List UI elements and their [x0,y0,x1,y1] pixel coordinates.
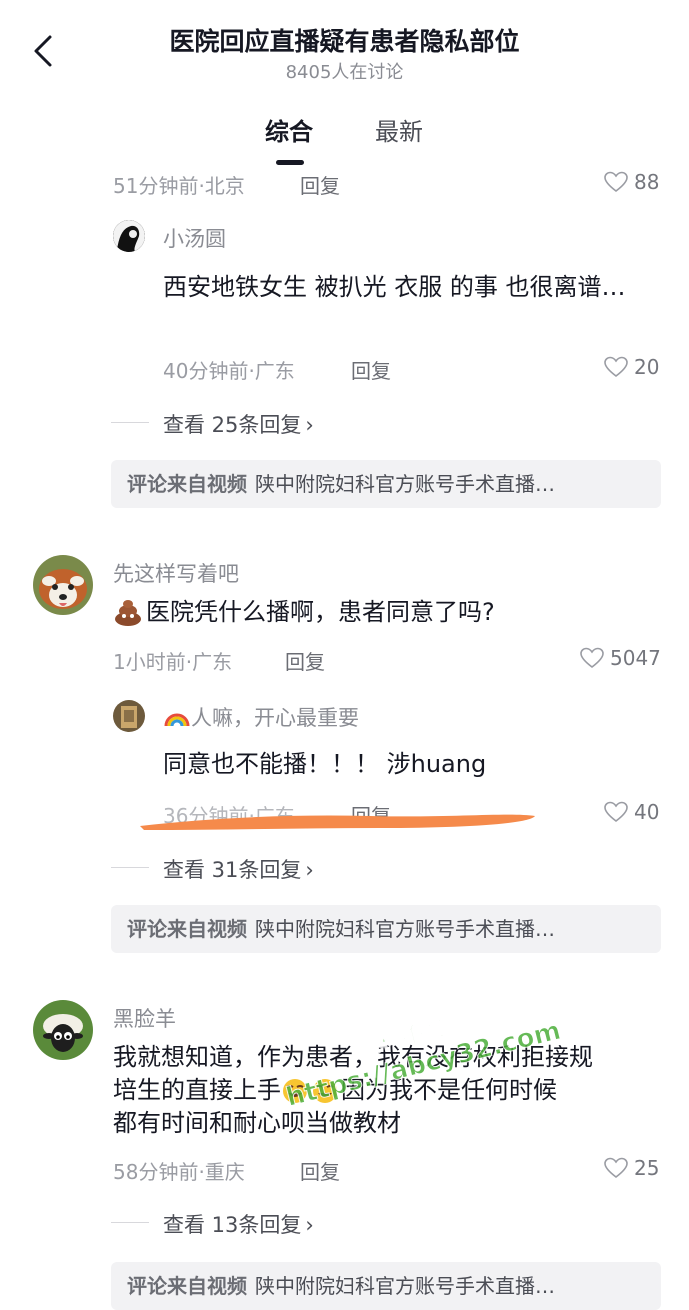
divider-line [111,1222,149,1223]
avatar-image [113,700,145,732]
sheep-avatar-image [33,1000,93,1060]
avatar-image [113,220,145,252]
source-label: 评论来自视频 [127,917,247,941]
reply-button[interactable]: 回复 [285,646,325,675]
reply-user-row[interactable]: 人嘛，开心最重要 [163,702,359,732]
comment-text-line-1: 我就想知道，作为患者，我有没有权利拒接规 [113,1043,593,1071]
view-replies-link[interactable]: 查看 31条回复 › [163,854,314,884]
reply-username[interactable]: 小汤圆 [163,223,226,253]
reply-meta: 40分钟前·广东 [163,359,295,383]
heart-icon [580,647,604,669]
reply-username: 人嘛，开心最重要 [191,706,359,730]
reply-button[interactable]: 回复 [351,355,391,384]
source-label: 评论来自视频 [127,472,247,496]
like-button[interactable]: 40 [604,800,659,824]
like-button[interactable]: 5047 [580,646,661,670]
reply-button[interactable]: 回复 [300,176,340,199]
rainbow-icon [163,706,191,728]
heart-icon [604,1157,628,1179]
heart-icon [604,356,628,378]
tab-comprehensive[interactable]: 综合 [265,112,313,147]
avatar[interactable] [113,700,145,732]
comment-text-part: 因为我不是任何时候 [341,1076,557,1104]
tab-active-indicator [276,160,304,165]
chevron-right-icon: › [305,1213,314,1237]
reply-text: 西安地铁女生 被扒光 衣服 的事 也很离谱… [163,273,626,301]
like-count: 20 [634,355,660,379]
comment-text-row: 医院凭什么播啊，患者同意了吗? [113,595,495,629]
view-replies-label: 查看 31条回复 [163,858,302,882]
discussion-count: 8405人在讨论 [285,62,404,83]
like-button[interactable]: 20 [604,355,659,379]
like-count: 25 [634,1156,660,1180]
heart-icon [604,801,628,823]
avatar[interactable] [33,1000,93,1060]
heart-icon [604,171,628,193]
like-count: 40 [634,800,660,824]
view-replies-label: 查看 25条回复 [163,413,302,437]
reply-text: 同意也不能播！！！ 涉huang [163,750,487,778]
view-replies-link[interactable]: 查看 13条回复 › [163,1209,314,1239]
source-video-box[interactable]: 评论来自视频 陕中附院妇科官方账号手术直播… [111,1262,661,1310]
comment-username[interactable]: 黑脸羊 [113,1003,176,1033]
like-count: 88 [634,170,660,194]
avatar[interactable] [113,220,145,252]
tab-latest[interactable]: 最新 [375,112,423,147]
reply-button[interactable]: 回复 [300,1156,340,1185]
laugh-cry-emoji-icon [311,1077,341,1105]
poop-emoji-icon [113,597,143,627]
avatar[interactable] [33,555,93,615]
source-video-box[interactable]: 评论来自视频 陕中附院妇科官方账号手术直播… [111,460,661,508]
source-text: 陕中附院妇科官方账号手术直播… [255,917,555,941]
comment-meta: 58分钟前·重庆 [113,1160,245,1184]
like-button[interactable]: 88 [604,170,659,194]
comment-text-line-2: 培生的直接上手 因为我不是任何时候 [113,1073,557,1107]
comment-text-part: 培生的直接上手 [113,1076,281,1104]
comment-username[interactable]: 先这样写着吧 [113,558,239,588]
laugh-cry-emoji-icon [281,1077,311,1105]
red-panda-avatar-image [33,555,93,615]
divider-line [111,422,149,423]
like-count: 5047 [610,646,661,670]
chevron-right-icon: › [305,413,314,437]
view-replies-link[interactable]: 查看 25条回复 › [163,409,314,439]
chevron-right-icon: › [305,858,314,882]
source-video-box[interactable]: 评论来自视频 陕中附院妇科官方账号手术直播… [111,905,661,953]
comment-meta: 51分钟前·北京 [113,174,245,198]
divider-line [111,867,149,868]
view-replies-label: 查看 13条回复 [163,1213,302,1237]
comment-text: 医院凭什么播啊，患者同意了吗? [146,598,495,626]
like-button[interactable]: 25 [604,1156,659,1180]
source-text: 陕中附院妇科官方账号手术直播… [255,472,555,496]
comment-meta: 1小时前·广东 [113,650,233,674]
orange-scribble-overlay [140,814,535,830]
page-title: 医院回应直播疑有患者隐私部位 [169,27,520,56]
source-label: 评论来自视频 [127,1274,247,1298]
source-text: 陕中附院妇科官方账号手术直播… [255,1274,555,1298]
comment-text-line-3: 都有时间和耐心呗当做教材 [113,1109,401,1137]
